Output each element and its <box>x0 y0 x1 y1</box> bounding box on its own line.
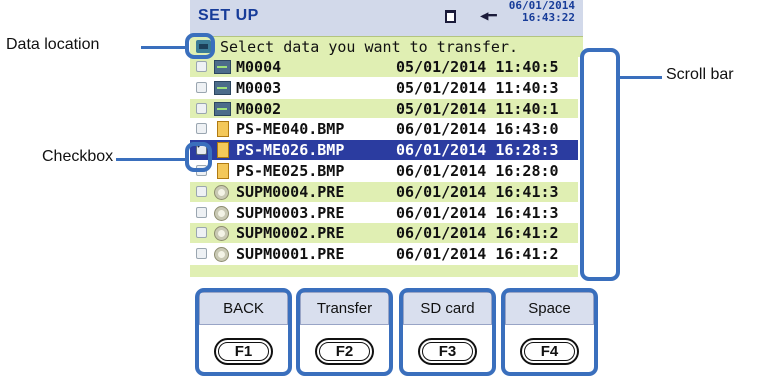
file-row[interactable]: SUPM0004.PRE 06/01/2014 16:41:3 <box>190 181 578 203</box>
file-date: 06/01/2014 16:28:0 <box>396 161 559 180</box>
file-row[interactable]: PS-ME025.BMP 06/01/2014 16:28:0 <box>190 160 578 182</box>
file-date: 06/01/2014 16:43:0 <box>396 120 559 139</box>
screen-title: SET UP <box>198 7 259 24</box>
file-date: 05/01/2014 11:40:5 <box>396 58 559 76</box>
settings-file-icon <box>214 184 229 200</box>
file-name: M0004 <box>236 58 282 76</box>
highlight-f2 <box>296 288 393 376</box>
file-date: 05/01/2014 11:40:1 <box>396 99 559 118</box>
file-name: SUPM0003.PRE <box>236 203 345 222</box>
callout-scroll-bar: Scroll bar <box>666 66 734 83</box>
image-file-icon <box>217 162 229 179</box>
file-checkbox[interactable] <box>196 123 207 135</box>
settings-file-icon <box>214 226 229 242</box>
file-checkbox[interactable] <box>196 81 207 93</box>
highlight-f3 <box>399 288 496 376</box>
settings-file-icon <box>214 205 229 221</box>
file-date: 06/01/2014 16:41:3 <box>396 182 559 201</box>
file-checkbox[interactable] <box>196 248 207 260</box>
callout-data-location: Data location <box>6 36 100 53</box>
file-row[interactable]: M0002 05/01/2014 11:40:1 <box>190 98 578 120</box>
settings-file-icon <box>214 247 229 263</box>
power-plug-icon: ◀━ <box>480 8 497 24</box>
file-date: 06/01/2014 16:28:3 <box>396 141 559 160</box>
file-checkbox[interactable] <box>196 61 207 72</box>
waveform-file-icon <box>214 60 231 74</box>
file-checkbox[interactable] <box>196 206 207 218</box>
file-name: M0003 <box>236 78 282 97</box>
file-row-partial <box>190 264 578 278</box>
file-row[interactable]: SUPM0002.PRE 06/01/2014 16:41:2 <box>190 223 578 245</box>
prompt-text: Select data you want to transfer. <box>220 38 519 56</box>
waveform-file-icon <box>214 80 231 95</box>
file-name: SUPM0004.PRE <box>236 182 345 201</box>
waveform-file-icon <box>214 101 231 116</box>
callout-checkbox: Checkbox <box>42 148 114 165</box>
file-row[interactable]: SUPM0003.PRE 06/01/2014 16:41:3 <box>190 202 578 224</box>
callout-line-scroll-bar <box>620 76 662 79</box>
highlight-f1 <box>195 288 292 376</box>
file-list[interactable]: M0004 05/01/2014 11:40:5 M0003 05/01/2014 1… <box>190 57 578 278</box>
file-checkbox[interactable] <box>196 185 207 197</box>
highlight-scroll-bar <box>580 48 620 281</box>
file-name: M0002 <box>236 99 282 118</box>
file-name: SUPM0002.PRE <box>236 224 345 243</box>
sd-card-icon <box>445 10 456 23</box>
file-name: PS-ME040.BMP <box>236 120 345 139</box>
file-name: PS-ME026.BMP <box>236 141 345 160</box>
file-row[interactable]: PS-ME040.BMP 06/01/2014 16:43:0 <box>190 119 578 141</box>
header-time: 16:43:22 <box>522 11 575 24</box>
image-file-icon <box>217 121 229 138</box>
header-bar: SET UP ◀━ 06/01/2014 16:43:22 <box>190 0 583 36</box>
file-checkbox[interactable] <box>196 227 207 239</box>
file-row[interactable]: M0003 05/01/2014 11:40:3 <box>190 77 578 99</box>
highlight-data-location <box>185 33 215 59</box>
device-screen: SET UP ◀━ 06/01/2014 16:43:22 Select dat… <box>190 0 583 290</box>
file-name: PS-ME025.BMP <box>236 161 345 180</box>
file-name: SUPM0001.PRE <box>236 245 345 264</box>
highlight-f4 <box>501 288 598 376</box>
image-file-icon <box>217 142 229 159</box>
file-date: 06/01/2014 16:41:3 <box>396 203 559 222</box>
file-date: 06/01/2014 16:41:2 <box>396 245 559 264</box>
callout-line-checkbox <box>116 158 186 161</box>
file-date: 06/01/2014 16:41:2 <box>396 224 559 243</box>
highlight-checkbox <box>185 142 212 172</box>
file-checkbox[interactable] <box>196 102 207 114</box>
header-datetime: 06/01/2014 16:43:22 <box>509 0 575 24</box>
callout-line-data-location <box>141 46 185 49</box>
file-row[interactable]: SUPM0001.PRE 06/01/2014 16:41:2 <box>190 244 578 265</box>
file-row[interactable]: PS-ME026.BMP 06/01/2014 16:28:3 <box>190 140 578 161</box>
file-date: 05/01/2014 11:40:3 <box>396 78 559 97</box>
prompt-bar: Select data you want to transfer. <box>190 36 583 57</box>
file-row[interactable]: M0004 05/01/2014 11:40:5 <box>190 57 578 78</box>
